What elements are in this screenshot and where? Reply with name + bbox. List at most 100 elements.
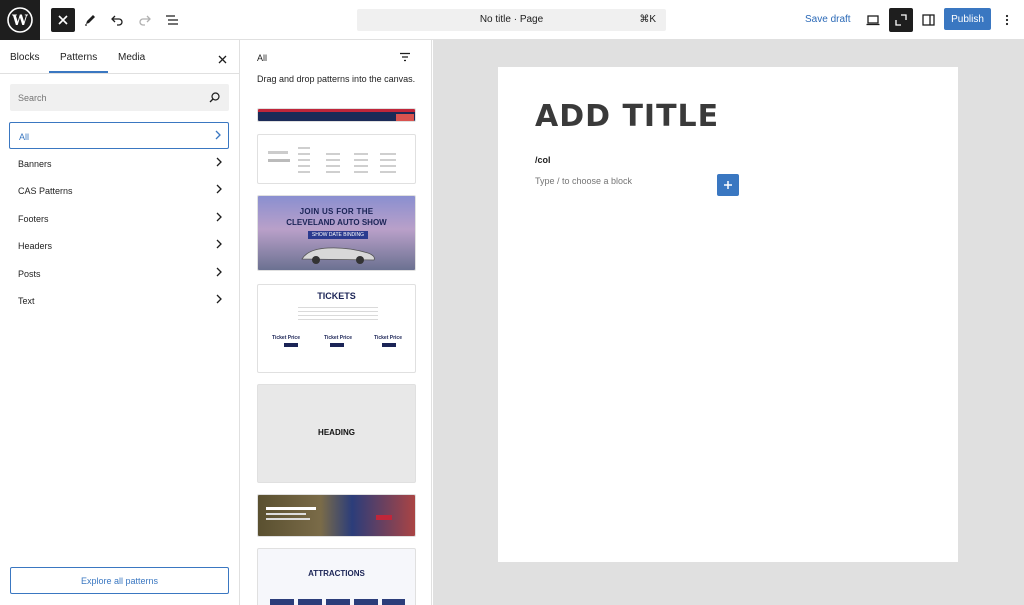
pencil-icon xyxy=(85,15,95,26)
tools-button[interactable] xyxy=(78,8,102,32)
zoom-out-button[interactable] xyxy=(889,8,913,32)
category-all[interactable]: All xyxy=(9,122,229,149)
category-text[interactable]: Text xyxy=(9,287,229,314)
close-icon xyxy=(218,55,227,64)
pattern-preview-tickets[interactable]: TICKETS Ticket Price Ticket Price Ticket… xyxy=(257,284,416,373)
header-nav-bar xyxy=(258,112,415,121)
chevron-right-icon xyxy=(216,267,222,277)
category-label: Footers xyxy=(18,214,49,224)
category-label: CAS Patterns xyxy=(18,186,73,196)
close-panel-button[interactable] xyxy=(218,51,227,69)
category-label: Headers xyxy=(18,241,53,251)
attractions-image-row xyxy=(270,599,405,605)
patterns-list-panel: All Drag and drop patterns into the canv… xyxy=(241,40,432,605)
footer-column xyxy=(298,147,310,177)
active-tab-indicator xyxy=(49,71,108,73)
header-cta xyxy=(396,114,414,121)
tickets-text xyxy=(298,307,378,321)
tab-blocks[interactable]: Blocks xyxy=(10,52,39,63)
category-label: Posts xyxy=(18,269,41,279)
explore-all-patterns-button[interactable]: Explore all patterns xyxy=(10,567,229,594)
footer-line xyxy=(268,151,288,154)
page-document[interactable]: ADD TITLE /col Type / to choose a block xyxy=(498,67,958,562)
options-menu-button[interactable] xyxy=(995,8,1019,32)
ticket-price-3: Ticket Price xyxy=(374,335,402,341)
chevron-right-icon xyxy=(216,184,222,194)
add-block-button[interactable] xyxy=(717,174,739,196)
filter-icon[interactable] xyxy=(399,52,411,62)
attractions-title: ATTRACTIONS xyxy=(308,569,365,578)
inserter-tabs: Blocks Patterns Media xyxy=(0,40,240,74)
close-icon xyxy=(58,15,68,25)
flag-text-line xyxy=(266,507,316,510)
redo-icon xyxy=(139,15,151,26)
flag-text-line xyxy=(266,513,306,515)
redo-button[interactable] xyxy=(133,8,157,32)
category-label: All xyxy=(19,132,30,142)
category-label: Banners xyxy=(18,159,52,169)
ticket-price-1: Ticket Price xyxy=(272,335,300,341)
footer-line xyxy=(268,159,290,162)
pattern-preview-flag[interactable] xyxy=(257,494,416,537)
chevron-right-icon xyxy=(216,239,222,249)
empty-block-placeholder[interactable]: Type / to choose a block xyxy=(535,176,632,186)
publish-button[interactable]: Publish xyxy=(944,8,991,30)
flag-button xyxy=(376,515,392,520)
chevron-right-icon xyxy=(216,294,222,304)
chevron-right-icon xyxy=(216,157,222,167)
command-shortcut: ⌘K xyxy=(639,14,656,25)
tab-media[interactable]: Media xyxy=(118,52,145,63)
save-draft-button[interactable]: Save draft xyxy=(805,14,851,25)
pattern-preview-heading[interactable]: HEADING xyxy=(257,384,416,483)
pattern-preview-banner[interactable]: JOIN US FOR THE CLEVELAND AUTO SHOW SHOW… xyxy=(257,195,416,271)
pattern-preview-header[interactable] xyxy=(257,108,416,122)
pattern-preview-attractions[interactable]: ATTRACTIONS xyxy=(257,548,416,605)
settings-sidebar-button[interactable] xyxy=(916,8,940,32)
category-banners[interactable]: Banners xyxy=(9,150,229,177)
sidebar-icon xyxy=(921,14,935,26)
footer-column xyxy=(354,153,368,177)
ticket-button xyxy=(284,343,298,347)
tab-patterns[interactable]: Patterns xyxy=(60,52,97,63)
command-palette-bar[interactable]: No title · Page ⌘K xyxy=(357,9,666,31)
banner-button: SHOW DATE BINDING xyxy=(308,231,368,239)
chevron-right-icon xyxy=(215,130,221,140)
banner-line-2: CLEVELAND AUTO SHOW xyxy=(286,218,387,227)
pattern-search-input[interactable]: Search xyxy=(10,84,229,111)
ticket-price-2: Ticket Price xyxy=(324,335,352,341)
plus-icon xyxy=(724,181,732,189)
flag-text-line xyxy=(266,518,310,520)
car-image xyxy=(301,247,375,264)
search-icon xyxy=(209,92,220,103)
close-inserter-button[interactable] xyxy=(51,8,75,32)
ticket-button xyxy=(382,343,396,347)
title-input[interactable]: ADD TITLE xyxy=(535,99,719,134)
document-overview-button[interactable] xyxy=(160,8,184,32)
list-view-icon xyxy=(166,15,178,25)
block-inserter-panel: Blocks Patterns Media Search All Banners… xyxy=(0,40,240,605)
document-title: No title · Page xyxy=(479,14,544,25)
editor-top-bar: W No title · Page ⌘K Save draft Publish xyxy=(0,0,1024,40)
category-footers[interactable]: Footers xyxy=(9,205,229,232)
undo-icon xyxy=(111,15,123,26)
category-cas-patterns[interactable]: CAS Patterns xyxy=(9,177,229,204)
category-posts[interactable]: Posts xyxy=(9,260,229,287)
svg-text:W: W xyxy=(11,13,28,29)
footer-column xyxy=(380,153,396,177)
heading-preview-title: HEADING xyxy=(318,428,355,437)
banner-line-1: JOIN US FOR THE xyxy=(299,207,374,216)
pattern-preview-footer[interactable] xyxy=(257,134,416,184)
wordpress-icon: W xyxy=(7,7,33,33)
footer-column xyxy=(326,153,340,177)
wordpress-logo-button[interactable]: W xyxy=(0,0,40,40)
preview-button[interactable] xyxy=(861,8,885,32)
undo-button[interactable] xyxy=(105,8,129,32)
more-vertical-icon xyxy=(1005,14,1009,26)
editor-canvas: ADD TITLE /col Type / to choose a block xyxy=(433,40,1024,605)
patterns-heading: All xyxy=(257,53,268,63)
ticket-button xyxy=(330,343,344,347)
category-headers[interactable]: Headers xyxy=(9,232,229,259)
paragraph-block-slash-command[interactable]: /col xyxy=(535,155,551,165)
search-placeholder: Search xyxy=(18,93,47,103)
tickets-title: TICKETS xyxy=(317,291,356,301)
